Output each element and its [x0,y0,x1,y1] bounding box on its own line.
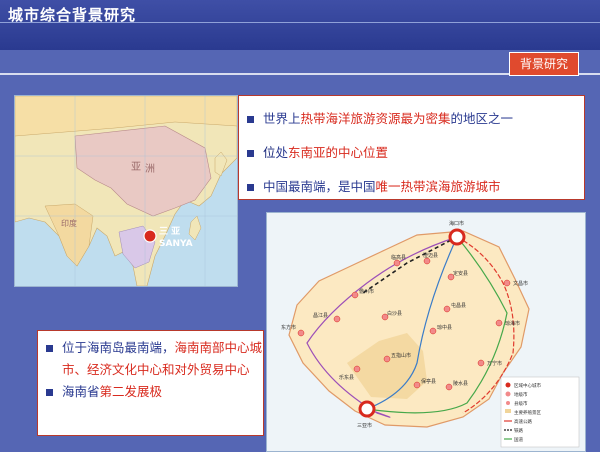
fact-text: 海南省 [62,384,100,399]
hainan-map: 海口市 三亚市 文昌市 琼海市 万宁市 东方市 儋州市 临高县 澄迈县 定安县 … [266,212,586,452]
asia-region-label: 洲 [145,163,155,175]
haikou-marker [448,228,466,246]
fact-item: 中国最南端，是中国唯一热带滨海旅游城市 [247,170,584,204]
bullet-square [247,184,254,191]
svg-text:东方市: 东方市 [281,324,296,331]
svg-text:白沙县: 白沙县 [387,310,402,317]
fact-text: 处 [275,145,289,160]
title-underline [0,22,600,23]
svg-text:海口市: 海口市 [449,220,464,227]
bullet-square [46,345,53,352]
svg-text:屯昌县: 屯昌县 [451,302,466,309]
fact-highlight: 第二发展极 [99,384,163,399]
sanya-label-cn: 三 亚 [159,226,180,237]
svg-text:五指山市: 五指山市 [391,352,411,359]
fact-item: 海南省第二发展极 [46,381,263,403]
bullet-square [46,389,53,396]
fact-highlight: 东南亚的中心位置 [288,145,389,160]
section-badge: 背景研究 [509,52,579,76]
svg-text:国道: 国道 [514,436,523,443]
svg-text:昌江县: 昌江县 [313,312,328,319]
india-region-label: 印 [61,219,69,228]
india-region-label: 度 [69,218,77,228]
top-bar: 城市综合背景研究 [0,0,600,50]
svg-text:三亚市: 三亚市 [357,422,372,429]
asia-region-label: 亚 [131,162,141,173]
sanya-marker [143,229,157,243]
hainan-map-graphic: 海口市 三亚市 文昌市 琼海市 万宁市 东方市 儋州市 临高县 澄迈县 定安县 … [267,213,585,451]
fact-text: 的地区之一 [450,111,514,126]
bullet-square [247,116,254,123]
svg-text:地级市: 地级市 [514,391,528,398]
fact-text: 位 [263,145,276,160]
svg-text:澄迈县: 澄迈县 [423,252,438,259]
svg-text:定安县: 定安县 [453,270,468,277]
fact-text: 位于海南岛最南端， [62,340,175,355]
svg-text:乐东县: 乐东县 [339,374,354,381]
fact-item: 世界上热带海洋旅游资源最为密集的地区之一 [247,102,584,136]
sanya-label-en: SANYA [159,239,193,249]
svg-text:县级市: 县级市 [514,400,528,407]
svg-text:陵水县: 陵水县 [453,380,468,387]
fact-highlight: 唯一热带滨海旅游城市 [375,179,501,194]
fact-text: 中国最南端，是中国 [263,179,376,194]
svg-text:琼海市: 琼海市 [505,320,520,327]
fact-item: 位处东南亚的中心位置 [247,136,584,170]
fact-text: 世界上 [263,111,301,126]
svg-text:铁路: 铁路 [514,427,523,434]
svg-text:临高县: 临高县 [391,254,406,261]
fact-item: 位于海南岛最南端，海南南部中心城市、经济文化中心和对外贸易中心 [46,337,263,381]
map-legend: 区域中心城市 地级市 县级市 主要养殖景区 高速公路 铁路 国道 [500,376,580,448]
svg-text:高速公路: 高速公路 [514,418,532,425]
fact-highlight: 热带海洋旅游资源最为密集 [300,111,451,126]
svg-text:文昌市: 文昌市 [513,280,528,287]
svg-text:保亭县: 保亭县 [421,378,436,385]
facts-box-bottom: 位于海南岛最南端，海南南部中心城市、经济文化中心和对外贸易中心 海南省第二发展极 [37,330,264,436]
svg-text:儋州市: 儋州市 [359,288,374,295]
svg-text:万宁市: 万宁市 [487,360,502,367]
asia-map-graphic: 亚 洲 印 度 三 亚 SANYA [15,96,237,286]
bullet-square [247,150,254,157]
svg-text:区域中心城市: 区域中心城市 [514,382,541,389]
svg-text:琼中县: 琼中县 [437,324,452,331]
svg-text:主要养殖景区: 主要养殖景区 [514,409,541,416]
sanya-marker [358,400,376,418]
asia-map: 亚 洲 印 度 三 亚 SANYA [14,95,238,287]
facts-box-top: 世界上热带海洋旅游资源最为密集的地区之一 位处东南亚的中心位置 中国最南端，是中… [238,95,585,200]
